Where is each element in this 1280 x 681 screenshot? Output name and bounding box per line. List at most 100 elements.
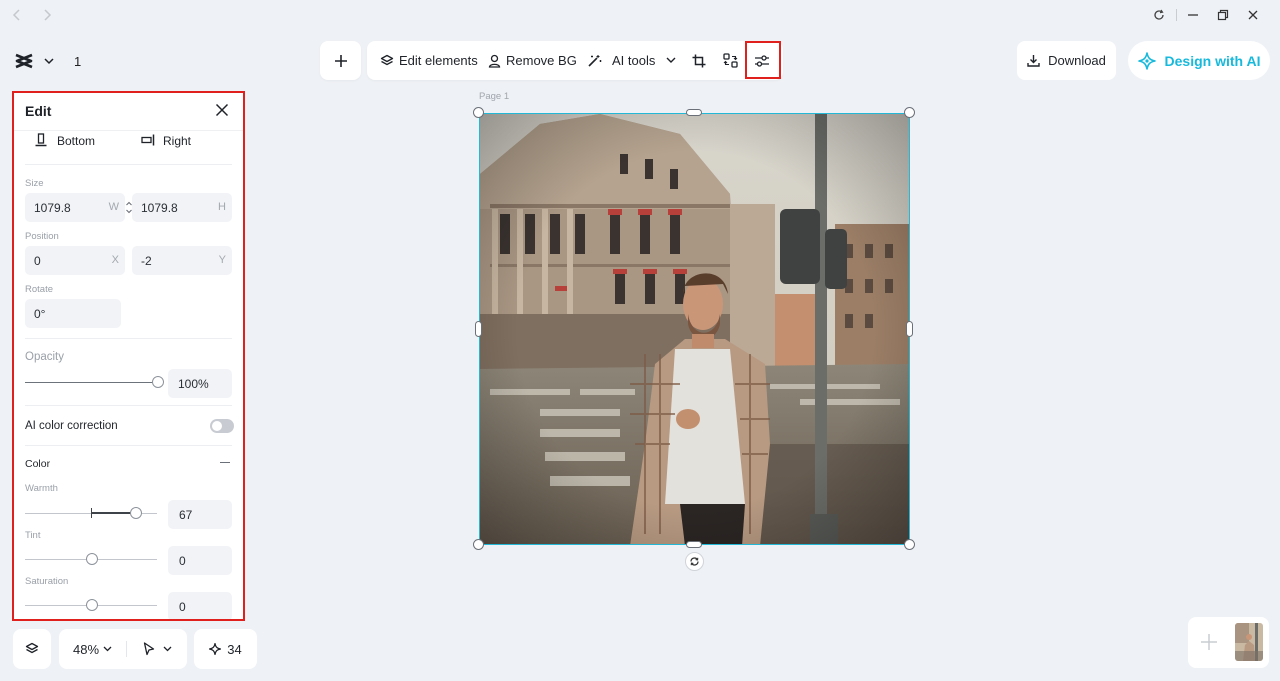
align-bottom-label: Bottom xyxy=(57,134,96,148)
height-input[interactable]: 1079.8 H xyxy=(132,193,232,222)
warmth-slider-fill xyxy=(92,512,135,514)
zoom-and-pointer-group: 48% xyxy=(59,629,187,669)
warmth-slider-knob[interactable] xyxy=(130,507,142,519)
page-thumbnails xyxy=(1188,617,1269,668)
chevron-down-icon[interactable] xyxy=(44,57,54,65)
credits-value: 34 xyxy=(227,641,242,657)
image-toolbar: Edit elements Remove BG AI tools xyxy=(367,41,783,80)
tint-input[interactable]: 0 xyxy=(168,546,232,575)
edit-panel-title: Edit xyxy=(25,103,52,119)
pointer-icon xyxy=(143,642,155,656)
rotate-value: 0° xyxy=(34,307,46,321)
divider xyxy=(25,445,232,446)
remove-bg-label: Remove BG xyxy=(506,53,577,68)
zoom-dropdown[interactable]: 48% xyxy=(73,629,112,669)
edit-elements-button[interactable]: Edit elements xyxy=(380,41,478,80)
edit-elements-label: Edit elements xyxy=(399,53,478,68)
close-panel-button[interactable] xyxy=(215,103,231,119)
plus-icon xyxy=(334,54,348,68)
position-x-unit: X xyxy=(111,254,119,266)
street-photo-image xyxy=(480,114,909,544)
tint-slider-knob[interactable] xyxy=(86,553,98,565)
rotate-handle[interactable] xyxy=(685,552,704,571)
rotate-icon xyxy=(689,556,700,567)
warmth-label: Warmth xyxy=(25,483,58,494)
size-label: Size xyxy=(25,178,44,189)
saturation-slider-knob[interactable] xyxy=(86,599,98,611)
align-bottom-button[interactable]: Bottom xyxy=(35,133,145,149)
zoom-value: 48% xyxy=(73,641,100,657)
color-section-label: Color xyxy=(25,458,51,470)
download-button[interactable]: Download xyxy=(1017,41,1116,80)
sparkle-icon xyxy=(209,643,222,655)
align-bottom-icon xyxy=(35,133,47,147)
resize-handle-bottom-right[interactable] xyxy=(904,539,915,550)
position-x-value: 0 xyxy=(34,254,41,268)
back-arrow-icon[interactable] xyxy=(8,6,26,24)
add-page-button[interactable] xyxy=(1195,628,1223,656)
remove-bg-button[interactable]: Remove BG xyxy=(488,41,577,80)
collapse-color-icon[interactable] xyxy=(220,462,230,463)
divider xyxy=(25,164,232,165)
saturation-input[interactable]: 0 xyxy=(168,592,232,619)
tint-label: Tint xyxy=(25,530,41,541)
app-menu[interactable]: 1 xyxy=(14,48,81,74)
align-right-icon xyxy=(141,134,155,146)
chevron-down-icon xyxy=(103,646,112,652)
resize-handle-top-right[interactable] xyxy=(904,107,915,118)
divider xyxy=(25,338,232,339)
saturation-label: Saturation xyxy=(25,576,69,587)
crop-button[interactable] xyxy=(684,41,714,80)
position-label: Position xyxy=(25,231,59,242)
app-logo-icon xyxy=(14,53,34,69)
minimize-icon[interactable] xyxy=(1182,6,1204,24)
height-unit: H xyxy=(218,201,226,213)
chevron-down-icon xyxy=(163,646,172,652)
ai-color-correction-toggle[interactable] xyxy=(210,419,234,433)
bottom-bar-divider xyxy=(126,641,127,657)
forward-arrow-icon[interactable] xyxy=(38,6,56,24)
warmth-input[interactable]: 67 xyxy=(168,500,232,529)
restore-icon[interactable] xyxy=(1212,6,1234,24)
opacity-slider[interactable] xyxy=(25,382,157,383)
resize-handle-right[interactable] xyxy=(906,321,913,337)
resize-handle-top-left[interactable] xyxy=(473,107,484,118)
tint-value: 0 xyxy=(179,554,186,568)
credits-button[interactable]: 34 xyxy=(194,629,257,669)
align-right-button[interactable]: Right xyxy=(141,133,231,149)
reload-icon[interactable] xyxy=(1148,6,1170,24)
width-input[interactable]: 1079.8 W xyxy=(25,193,125,222)
resize-handle-bottom-left[interactable] xyxy=(473,539,484,550)
download-label: Download xyxy=(1048,53,1106,68)
layers-button[interactable] xyxy=(13,629,51,669)
design-with-ai-button[interactable]: Design with AI xyxy=(1128,41,1270,80)
rotate-input[interactable]: 0° xyxy=(25,299,121,328)
opacity-input[interactable]: 100% xyxy=(168,369,232,398)
resize-handle-bottom[interactable] xyxy=(686,541,702,548)
design-with-ai-label: Design with AI xyxy=(1164,52,1261,69)
replace-button[interactable] xyxy=(715,41,745,80)
position-x-input[interactable]: 0 X xyxy=(25,246,125,275)
divider xyxy=(25,405,232,406)
canvas-photo[interactable] xyxy=(479,113,910,545)
close-window-icon[interactable] xyxy=(1242,6,1264,24)
position-y-input[interactable]: -2 Y xyxy=(132,246,232,275)
rotate-label: Rotate xyxy=(25,284,53,295)
page-1-thumbnail[interactable] xyxy=(1235,623,1263,661)
opacity-slider-knob[interactable] xyxy=(152,376,164,388)
ai-tools-button[interactable]: AI tools xyxy=(587,41,676,80)
width-unit: W xyxy=(108,201,119,213)
adjust-button-highlight xyxy=(745,41,781,79)
crop-icon xyxy=(692,54,706,68)
warmth-slider-center-tick xyxy=(91,508,92,518)
ai-color-correction-label: AI color correction xyxy=(25,420,118,432)
pointer-tool-dropdown[interactable] xyxy=(143,629,172,669)
opacity-label: Opacity xyxy=(25,351,64,363)
layers-icon xyxy=(25,642,39,656)
close-icon xyxy=(215,103,231,117)
add-button[interactable] xyxy=(320,41,361,80)
resize-handle-left[interactable] xyxy=(475,321,482,337)
person-icon xyxy=(488,54,501,68)
page-label: Page 1 xyxy=(479,91,510,102)
resize-handle-top[interactable] xyxy=(686,109,702,116)
